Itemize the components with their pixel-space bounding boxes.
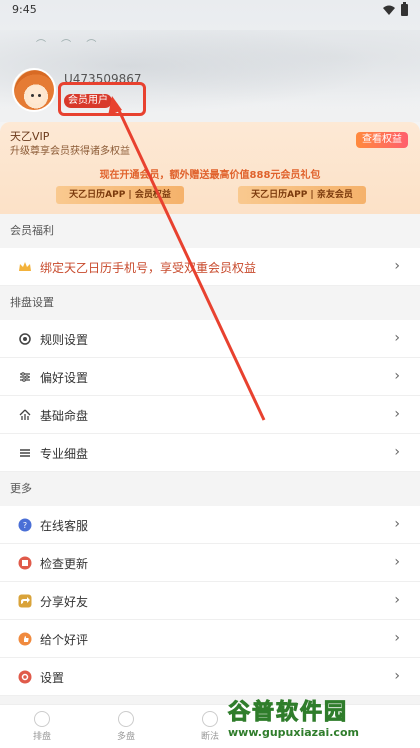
chevron-right-icon: › — [394, 330, 400, 346]
member-benefits-pill[interactable]: 天乙日历APP | 会员权益 — [56, 186, 184, 204]
profile-header: 9:45 ⌒ ⌒ ⌒ U473509867 会员用户 — [0, 0, 420, 122]
basic-chart-label: 基础命盘 — [40, 409, 89, 423]
annotation-highlight-box — [58, 82, 146, 116]
professional-chart-label: 专业细盘 — [40, 447, 89, 461]
birds-decoration-icon: ⌒ ⌒ ⌒ — [36, 40, 103, 51]
chevron-right-icon: › — [394, 368, 400, 384]
basic-chart-icon — [19, 409, 31, 420]
family-member-pill[interactable]: 天乙日历APP | 亲友会员 — [238, 186, 366, 204]
bind-phone-label: 绑定天乙日历手机号，享受双重会员权益 — [40, 261, 257, 275]
status-time: 9:45 — [12, 3, 37, 16]
share-icon — [18, 594, 32, 608]
status-bar: 9:45 — [0, 0, 420, 22]
chevron-right-icon: › — [394, 668, 400, 684]
multi-icon — [118, 711, 134, 727]
avatar[interactable] — [12, 68, 56, 112]
online-service-row[interactable]: ? 在线客服 › — [0, 506, 420, 544]
nav-chart-label: 排盘 — [32, 732, 51, 742]
section-label-benefits: 会员福利 — [10, 224, 54, 237]
nav-multi-label: 多盘 — [116, 732, 135, 742]
vip-card: 天乙VIP 升级尊享会员获得诸多权益 查看权益 现在开通会员，额外赠送最高价值8… — [0, 122, 420, 214]
bind-phone-row[interactable]: 绑定天乙日历手机号，享受双重会员权益 › — [0, 248, 420, 286]
chart-icon — [34, 711, 50, 727]
crown-icon — [19, 262, 31, 271]
watermark: 谷普软件园 www.gupuxiazai.com — [228, 694, 414, 742]
settings-row[interactable]: 设置 › — [0, 658, 420, 696]
rule-settings-label: 规则设置 — [40, 333, 89, 347]
chevron-right-icon: › — [394, 554, 400, 570]
chevron-right-icon: › — [394, 444, 400, 460]
professional-chart-row[interactable]: 专业细盘 › — [0, 434, 420, 472]
chevron-right-icon: › — [394, 516, 400, 532]
settings-label: 设置 — [40, 671, 65, 685]
vip-subtitle: 升级尊享会员获得诸多权益 — [10, 146, 130, 157]
update-icon — [18, 556, 32, 570]
nav-item-chart[interactable]: 排盘 — [12, 711, 72, 742]
preference-settings-row[interactable]: 偏好设置 › — [0, 358, 420, 396]
watermark-title: 谷普软件园 — [228, 700, 349, 726]
wifi-icon — [383, 5, 395, 15]
section-label-more: 更多 — [10, 482, 32, 495]
avatar-eye-right — [38, 94, 41, 97]
chevron-right-icon: › — [394, 630, 400, 646]
check-update-row[interactable]: 检查更新 › — [0, 544, 420, 582]
check-update-label: 检查更新 — [40, 557, 89, 571]
share-friends-label: 分享好友 — [40, 595, 89, 609]
chevron-right-icon: › — [394, 258, 400, 274]
share-friends-row[interactable]: 分享好友 › — [0, 582, 420, 620]
chevron-right-icon: › — [394, 406, 400, 422]
rule-settings-row[interactable]: 规则设置 › — [0, 320, 420, 358]
list-icon — [20, 449, 30, 457]
customer-service-icon: ? — [18, 518, 32, 532]
rate-app-label: 给个好评 — [40, 633, 89, 647]
view-benefits-button[interactable]: 查看权益 — [356, 132, 408, 148]
preference-settings-label: 偏好设置 — [40, 371, 89, 385]
vip-promo-text: 现在开通会员，额外赠送最高价值888元会员礼包 — [99, 170, 321, 181]
battery-icon — [401, 2, 408, 16]
status-icons — [383, 2, 408, 16]
settings-gear-icon — [18, 670, 32, 684]
section-label-chart-settings: 排盘设置 — [10, 296, 54, 309]
method-icon — [202, 711, 218, 727]
svg-text:?: ? — [23, 521, 27, 530]
nav-item-multi[interactable]: 多盘 — [96, 711, 156, 742]
chevron-right-icon: › — [394, 592, 400, 608]
avatar-eye-left — [31, 94, 34, 97]
basic-chart-row[interactable]: 基础命盘 › — [0, 396, 420, 434]
nav-method-label: 断法 — [200, 732, 219, 742]
watermark-url: www.gupuxiazai.com — [228, 726, 359, 739]
online-service-label: 在线客服 — [40, 519, 89, 533]
rate-app-row[interactable]: 给个好评 › — [0, 620, 420, 658]
thumbs-up-icon — [18, 632, 32, 646]
gear-icon — [19, 333, 31, 345]
sliders-icon — [20, 372, 30, 382]
